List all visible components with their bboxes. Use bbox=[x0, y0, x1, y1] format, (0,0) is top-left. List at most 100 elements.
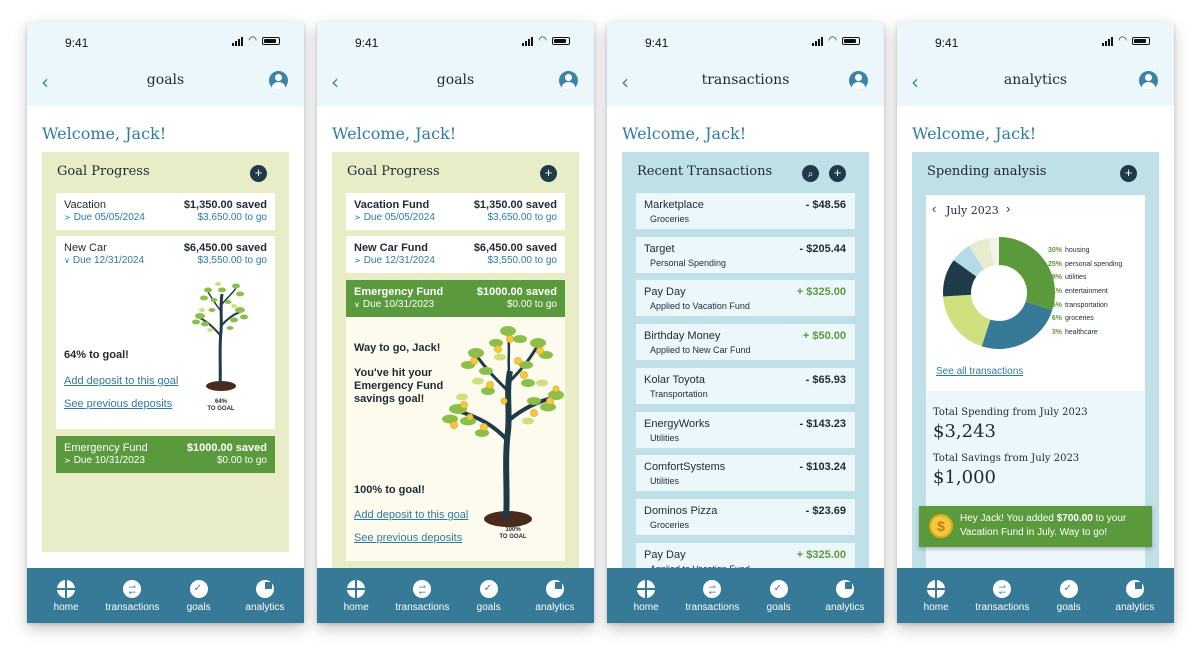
profile-icon[interactable] bbox=[1139, 71, 1158, 90]
goal-name: Emergency Fund bbox=[354, 286, 444, 298]
goal-togo: $3,650.00 to go bbox=[487, 212, 557, 223]
add-button[interactable]: + bbox=[1120, 165, 1137, 182]
add-goal-button[interactable]: + bbox=[250, 165, 267, 182]
tab-goals[interactable]: ✓ goals bbox=[169, 568, 229, 623]
goal-saved: $6,450.00 saved bbox=[473, 242, 557, 254]
transaction-row[interactable]: Target Personal Spending - $205.44 bbox=[636, 236, 855, 273]
status-time: 9:41 bbox=[65, 36, 89, 50]
savings-notification[interactable]: $ Hey Jack! You added $700.00 to your Va… bbox=[919, 506, 1152, 547]
transaction-row[interactable]: EnergyWorks Utilities - $143.23 bbox=[636, 411, 855, 448]
transaction-amount: - $48.56 bbox=[805, 199, 846, 211]
transaction-name: Kolar Toyota bbox=[644, 373, 705, 386]
search-button[interactable]: ⌕ bbox=[802, 165, 819, 182]
chevron-right-icon: > bbox=[354, 256, 361, 265]
tab-home[interactable]: home bbox=[326, 568, 386, 623]
chevron-right-icon: > bbox=[354, 213, 361, 222]
add-goal-button[interactable]: + bbox=[540, 165, 557, 182]
transaction-row[interactable]: Birthday Money Applied to New Car Fund + $… bbox=[636, 324, 855, 361]
transaction-amount: - $65.93 bbox=[805, 373, 846, 386]
tab-analytics[interactable]: analytics bbox=[1105, 568, 1165, 623]
add-deposit-link[interactable]: Add deposit to this goal bbox=[354, 509, 468, 521]
tab-home[interactable]: home bbox=[906, 568, 966, 623]
goals-icon: ✓ bbox=[1059, 580, 1078, 598]
signal-icon bbox=[1102, 36, 1114, 46]
transaction-amount: + $50.00 bbox=[802, 330, 846, 343]
transaction-row[interactable]: Pay Day Applied to Vacation Fund + $325.00 bbox=[636, 280, 855, 317]
legend-percent: 19% bbox=[1047, 274, 1062, 282]
goals-icon: ✓ bbox=[479, 580, 498, 598]
tab-goals[interactable]: ✓ goals bbox=[459, 568, 519, 623]
goal-card-vacation[interactable]: Vacation $1,350.00 saved > Due 05/05/2024… bbox=[56, 193, 275, 230]
transaction-name: Pay Day bbox=[644, 548, 686, 561]
progress-text: 64% to goal! bbox=[64, 349, 129, 361]
add-deposit-link[interactable]: Add deposit to this goal bbox=[64, 375, 178, 387]
transactions-icon: ⇀ ↽ bbox=[123, 580, 142, 598]
tab-analytics[interactable]: analytics bbox=[235, 568, 295, 623]
goal-saved: $1000.00 saved bbox=[186, 442, 267, 454]
legend-item: 11% entertainment bbox=[1040, 285, 1140, 299]
tab-transactions[interactable]: ⇀ ↽ transactions bbox=[682, 568, 742, 623]
phone-transactions: 9:41 ◠ ‹ transactions Welcome, Jack! Rec… bbox=[607, 22, 884, 623]
wifi-icon: ◠ bbox=[1118, 35, 1127, 46]
goal-name: Vacation bbox=[64, 199, 106, 211]
tree-icon bbox=[442, 326, 564, 527]
transaction-row[interactable]: ComfortSystems Utilities - $103.24 bbox=[636, 455, 855, 492]
transaction-row[interactable]: Dominos Pizza Groceries - $23.69 bbox=[636, 498, 855, 535]
goals-icon: ✓ bbox=[189, 580, 208, 598]
status-icons: ◠ bbox=[522, 36, 570, 46]
next-month-icon[interactable]: › bbox=[1006, 201, 1010, 216]
goal-name: New Car bbox=[64, 242, 107, 254]
profile-icon[interactable] bbox=[849, 71, 868, 90]
transaction-row[interactable]: Marketplace Groceries - $48.56 bbox=[636, 193, 855, 229]
wifi-icon: ◠ bbox=[828, 35, 837, 46]
tab-home[interactable]: home bbox=[616, 568, 676, 623]
nav-title: transactions bbox=[701, 72, 790, 88]
chart-legend: 30% housing 25% personal spending 19% utiliti… bbox=[1040, 244, 1140, 339]
goal-due: > Due 12/31/2024 bbox=[354, 255, 435, 266]
signal-icon bbox=[812, 36, 824, 46]
legend-label: entertainment bbox=[1065, 288, 1108, 296]
goal-card-emergency-fund[interactable]: Emergency Fund $1000.00 saved > Due 10/31… bbox=[56, 436, 275, 473]
transactions-icon: ⇀ ↽ bbox=[703, 580, 722, 598]
tab-transactions[interactable]: ⇀ ↽ transactions bbox=[972, 568, 1032, 623]
panel-title: Spending analysis bbox=[927, 164, 1047, 179]
home-icon bbox=[927, 580, 946, 598]
tab-goals[interactable]: ✓ goals bbox=[1039, 568, 1099, 623]
see-deposits-link[interactable]: See previous deposits bbox=[354, 532, 462, 544]
tab-analytics[interactable]: analytics bbox=[815, 568, 875, 623]
progress-text: 100% to goal! bbox=[354, 484, 425, 496]
nav-title: analytics bbox=[1003, 72, 1068, 88]
goal-saved: $1,350.00 saved bbox=[183, 199, 267, 211]
tab-goals[interactable]: ✓ goals bbox=[749, 568, 809, 623]
transaction-category: Applied to Vacation Fund bbox=[650, 301, 750, 312]
goal-card-emergency-fund[interactable]: Emergency Fund $1000.00 saved ∨ Due 10/31… bbox=[346, 280, 565, 317]
prev-month-icon[interactable]: ‹ bbox=[932, 201, 936, 216]
transaction-category: Personal Spending bbox=[650, 257, 727, 268]
goal-card-new-car[interactable]: New Car $6,450.00 saved ∨ Due 12/31/2024 … bbox=[56, 236, 275, 429]
see-all-transactions-link[interactable]: See all transactions bbox=[936, 366, 1023, 377]
status-bar: 9:41 ◠ bbox=[317, 22, 594, 62]
legend-item: 30% housing bbox=[1040, 244, 1140, 258]
tab-transactions[interactable]: ⇀ ↽ transactions bbox=[102, 568, 162, 623]
analytics-icon bbox=[1125, 580, 1144, 598]
goal-due: > Due 10/31/2023 bbox=[64, 455, 145, 466]
battery-icon bbox=[552, 37, 570, 45]
add-transaction-button[interactable]: + bbox=[829, 165, 846, 182]
goal-due: > Due 05/05/2024 bbox=[354, 212, 435, 223]
nav-bar: ‹ goals bbox=[27, 62, 304, 106]
tab-transactions[interactable]: ⇀ ↽ transactions bbox=[392, 568, 452, 623]
analytics-icon bbox=[545, 580, 564, 598]
tab-analytics[interactable]: analytics bbox=[525, 568, 585, 623]
profile-icon[interactable] bbox=[559, 71, 578, 90]
transaction-row[interactable]: Kolar Toyota Transportation - $65.93 bbox=[636, 367, 855, 404]
profile-icon[interactable] bbox=[269, 71, 288, 90]
see-deposits-link[interactable]: See previous deposits bbox=[64, 398, 172, 410]
goal-card-vacation-fund[interactable]: Vacation Fund $1,350.00 saved > Due 05/05… bbox=[346, 193, 565, 230]
goal-saved: $6,450.00 saved bbox=[183, 242, 267, 254]
goal-card-new-car-fund[interactable]: New Car Fund $6,450.00 saved > Due 12/31/… bbox=[346, 236, 565, 273]
tab-home[interactable]: home bbox=[36, 568, 96, 623]
transaction-category: Applied to New Car Fund bbox=[650, 345, 751, 356]
transaction-category: Groceries bbox=[650, 214, 690, 224]
chevron-down-icon: ∨ bbox=[354, 300, 360, 309]
signal-icon bbox=[232, 36, 244, 46]
